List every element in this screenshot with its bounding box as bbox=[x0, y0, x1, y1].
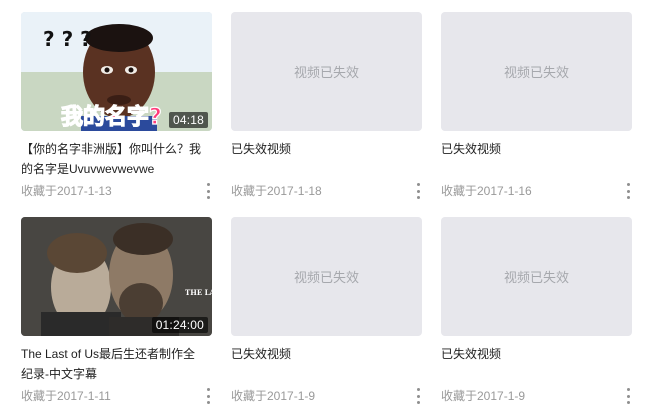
thumbnail-marks: ? ? ? bbox=[43, 27, 92, 51]
thumbnail-overlay-text: 我的名字? bbox=[61, 104, 162, 130]
more-vertical-icon[interactable] bbox=[204, 388, 212, 404]
invalid-video-thumbnail[interactable]: 视频已失效 bbox=[231, 12, 422, 131]
video-meta: 收藏于2017-1-9 bbox=[441, 386, 632, 406]
video-meta: 收藏于2017-1-13 bbox=[21, 181, 212, 201]
thumbnail-logo-text: THE LAST OF US bbox=[185, 288, 212, 297]
favorited-date: 收藏于2017-1-9 bbox=[441, 389, 526, 403]
video-card[interactable]: ? ? ? 我的名字? 04:18 【你的名字非洲版】你叫什么？我的名字是Uvu… bbox=[21, 12, 212, 201]
video-card[interactable]: 视频已失效 已失效视频 收藏于2017-1-9 bbox=[441, 217, 632, 406]
video-duration: 01:24:00 bbox=[151, 317, 208, 333]
invalid-video-thumbnail[interactable]: 视频已失效 bbox=[231, 217, 422, 336]
favorited-date: 收藏于2017-1-13 bbox=[21, 184, 112, 198]
favorites-grid: ? ? ? 我的名字? 04:18 【你的名字非洲版】你叫什么？我的名字是Uvu… bbox=[0, 0, 650, 413]
invalid-video-placeholder: 视频已失效 bbox=[503, 270, 569, 285]
video-meta: 收藏于2017-1-11 bbox=[21, 386, 212, 406]
more-vertical-icon[interactable] bbox=[414, 388, 422, 404]
video-meta: 收藏于2017-1-18 bbox=[231, 181, 422, 201]
favorited-date: 收藏于2017-1-18 bbox=[231, 184, 322, 198]
video-title[interactable]: 已失效视频 bbox=[441, 139, 627, 179]
invalid-video-placeholder: 视频已失效 bbox=[503, 65, 569, 80]
video-title[interactable]: 【你的名字非洲版】你叫什么？我的名字是Uvuvwevwevwe bbox=[21, 139, 207, 179]
video-card[interactable]: THE LAST OF US 01:24:00 The Last of Us最后… bbox=[21, 217, 212, 406]
video-meta: 收藏于2017-1-16 bbox=[441, 181, 632, 201]
video-title[interactable]: 已失效视频 bbox=[231, 344, 417, 384]
invalid-video-thumbnail[interactable]: 视频已失效 bbox=[441, 217, 632, 336]
video-card[interactable]: 视频已失效 已失效视频 收藏于2017-1-9 bbox=[231, 217, 422, 406]
invalid-video-placeholder: 视频已失效 bbox=[293, 65, 359, 80]
video-thumbnail[interactable]: THE LAST OF US 01:24:00 bbox=[21, 217, 212, 336]
video-card[interactable]: 视频已失效 已失效视频 收藏于2017-1-18 bbox=[231, 12, 422, 201]
invalid-video-placeholder: 视频已失效 bbox=[293, 270, 359, 285]
favorited-date: 收藏于2017-1-11 bbox=[21, 389, 111, 403]
more-vertical-icon[interactable] bbox=[624, 388, 632, 404]
video-card[interactable]: 视频已失效 已失效视频 收藏于2017-1-16 bbox=[441, 12, 632, 201]
favorited-date: 收藏于2017-1-16 bbox=[441, 184, 532, 198]
video-duration: 04:18 bbox=[168, 112, 208, 128]
video-title[interactable]: 已失效视频 bbox=[231, 139, 417, 179]
video-title[interactable]: 已失效视频 bbox=[441, 344, 627, 384]
favorited-date: 收藏于2017-1-9 bbox=[231, 389, 316, 403]
more-vertical-icon[interactable] bbox=[414, 183, 422, 199]
video-meta: 收藏于2017-1-9 bbox=[231, 386, 422, 406]
invalid-video-thumbnail[interactable]: 视频已失效 bbox=[441, 12, 632, 131]
more-vertical-icon[interactable] bbox=[204, 183, 212, 199]
video-thumbnail[interactable]: ? ? ? 我的名字? 04:18 bbox=[21, 12, 212, 131]
video-title[interactable]: The Last of Us最后生还者制作全纪录-中文字幕 bbox=[21, 344, 207, 384]
more-vertical-icon[interactable] bbox=[624, 183, 632, 199]
